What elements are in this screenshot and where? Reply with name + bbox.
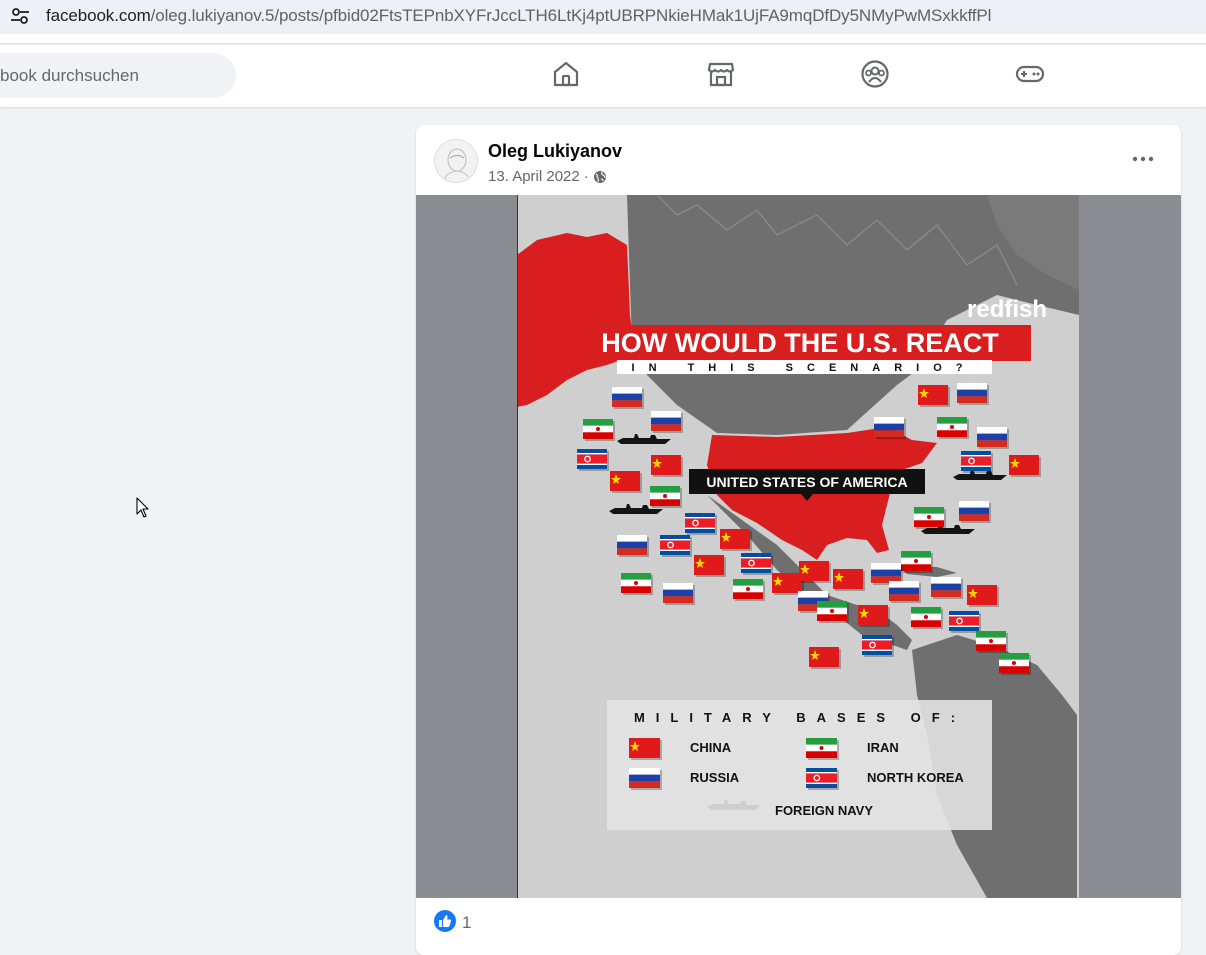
china-flag-icon <box>610 471 642 493</box>
russia-flag-icon <box>959 501 991 523</box>
china-flag-icon <box>967 585 999 607</box>
iran-flag-icon <box>901 551 933 573</box>
post-meta: 13. April 2022 · <box>488 168 607 185</box>
nk-flag-icon <box>862 635 894 657</box>
china-flag-icon <box>1009 455 1041 477</box>
iran-flag-icon <box>817 601 849 623</box>
russia-flag-icon <box>957 383 989 405</box>
more-dots-icon[interactable] <box>1128 147 1158 171</box>
china-flag-icon <box>694 555 726 577</box>
legend-north-korea: NORTH KOREA <box>867 770 964 785</box>
russia-flag-icon <box>629 768 662 790</box>
meta-separator: · <box>583 168 589 185</box>
china-flag-icon <box>918 385 950 407</box>
china-flag-icon <box>809 647 841 669</box>
post-image-container[interactable]: redfish HOW WOULD THE U.S. REACT IN THIS… <box>416 195 1181 898</box>
nk-flag-icon <box>961 451 993 473</box>
legend-iran: IRAN <box>867 740 899 755</box>
url-path: /oleg.lukiyanov.5/posts/pfbid02FtsTEPnbX… <box>150 6 992 25</box>
nk-flag-icon <box>660 535 692 557</box>
reaction-bar: 1 <box>416 898 1181 955</box>
url-text[interactable]: facebook.com/oleg.lukiyanov.5/posts/pfbi… <box>46 6 991 26</box>
like-icon[interactable] <box>434 910 456 932</box>
nk-flag-icon <box>741 553 773 575</box>
facebook-top-bar: book durchsuchen <box>0 45 1206 107</box>
search-placeholder: book durchsuchen <box>0 66 139 85</box>
headline: HOW WOULD THE U.S. REACT <box>601 328 999 358</box>
nk-flag-icon <box>685 513 717 535</box>
post-date[interactable]: 13. April 2022 <box>488 168 580 185</box>
iran-flag-icon <box>911 607 943 629</box>
iran-flag-icon <box>976 631 1008 653</box>
profile-photo-icon <box>442 148 472 182</box>
address-box[interactable]: facebook.com/oleg.lukiyanov.5/posts/pfbi… <box>0 0 1206 34</box>
legend-russia: RUSSIA <box>690 770 740 785</box>
iran-flag-icon <box>999 653 1031 675</box>
iran-flag-icon <box>621 573 653 595</box>
gaming-icon[interactable] <box>1015 59 1045 89</box>
search-input[interactable]: book durchsuchen <box>0 53 236 98</box>
mouse-cursor-icon <box>136 497 149 518</box>
iran-flag-icon <box>650 486 682 508</box>
brand-logo: redfish <box>967 296 1047 323</box>
country-label: UNITED STATES OF AMERICA <box>706 474 907 490</box>
iran-flag-icon <box>806 738 839 760</box>
russia-flag-icon <box>889 581 921 603</box>
url-domain: facebook.com <box>46 6 151 25</box>
legend-navy: FOREIGN NAVY <box>775 803 873 818</box>
home-icon[interactable] <box>551 59 581 89</box>
iran-flag-icon <box>937 417 969 439</box>
china-flag-icon <box>833 569 865 591</box>
russia-flag-icon <box>612 387 644 409</box>
china-flag-icon <box>629 738 662 760</box>
russia-flag-icon <box>977 427 1009 449</box>
iran-flag-icon <box>914 507 946 529</box>
iran-flag-icon <box>733 579 765 601</box>
post-card: Oleg Lukiyanov 13. April 2022 · redfish … <box>416 125 1181 955</box>
groups-icon[interactable] <box>860 59 890 89</box>
russia-flag-icon <box>617 535 649 557</box>
infographic-map: redfish HOW WOULD THE U.S. REACT IN THIS… <box>517 195 1079 898</box>
browser-url-bar: facebook.com/oleg.lukiyanov.5/posts/pfbi… <box>0 0 1206 44</box>
russia-flag-icon <box>931 577 963 599</box>
nk-flag-icon <box>806 768 839 790</box>
post-author[interactable]: Oleg Lukiyanov <box>488 141 622 162</box>
nk-flag-icon <box>577 449 609 471</box>
russia-flag-icon <box>874 417 906 439</box>
post-image: redfish HOW WOULD THE U.S. REACT IN THIS… <box>517 195 1079 898</box>
like-count[interactable]: 1 <box>462 913 471 933</box>
china-flag-icon <box>799 561 831 583</box>
legend-china: CHINA <box>690 740 732 755</box>
globe-icon <box>593 170 606 183</box>
tune-icon[interactable] <box>10 6 30 26</box>
marketplace-icon[interactable] <box>706 59 736 89</box>
nk-flag-icon <box>949 611 981 633</box>
subheadline: IN THIS SCENARIO? <box>632 362 977 374</box>
russia-flag-icon <box>651 411 683 433</box>
iran-flag-icon <box>583 419 615 441</box>
legend-title: MILITARY BASES OF: <box>634 710 966 725</box>
avatar[interactable] <box>434 139 478 183</box>
china-flag-icon <box>651 455 683 477</box>
china-flag-icon <box>858 605 890 627</box>
russia-flag-icon <box>663 583 695 605</box>
china-flag-icon <box>720 529 752 551</box>
